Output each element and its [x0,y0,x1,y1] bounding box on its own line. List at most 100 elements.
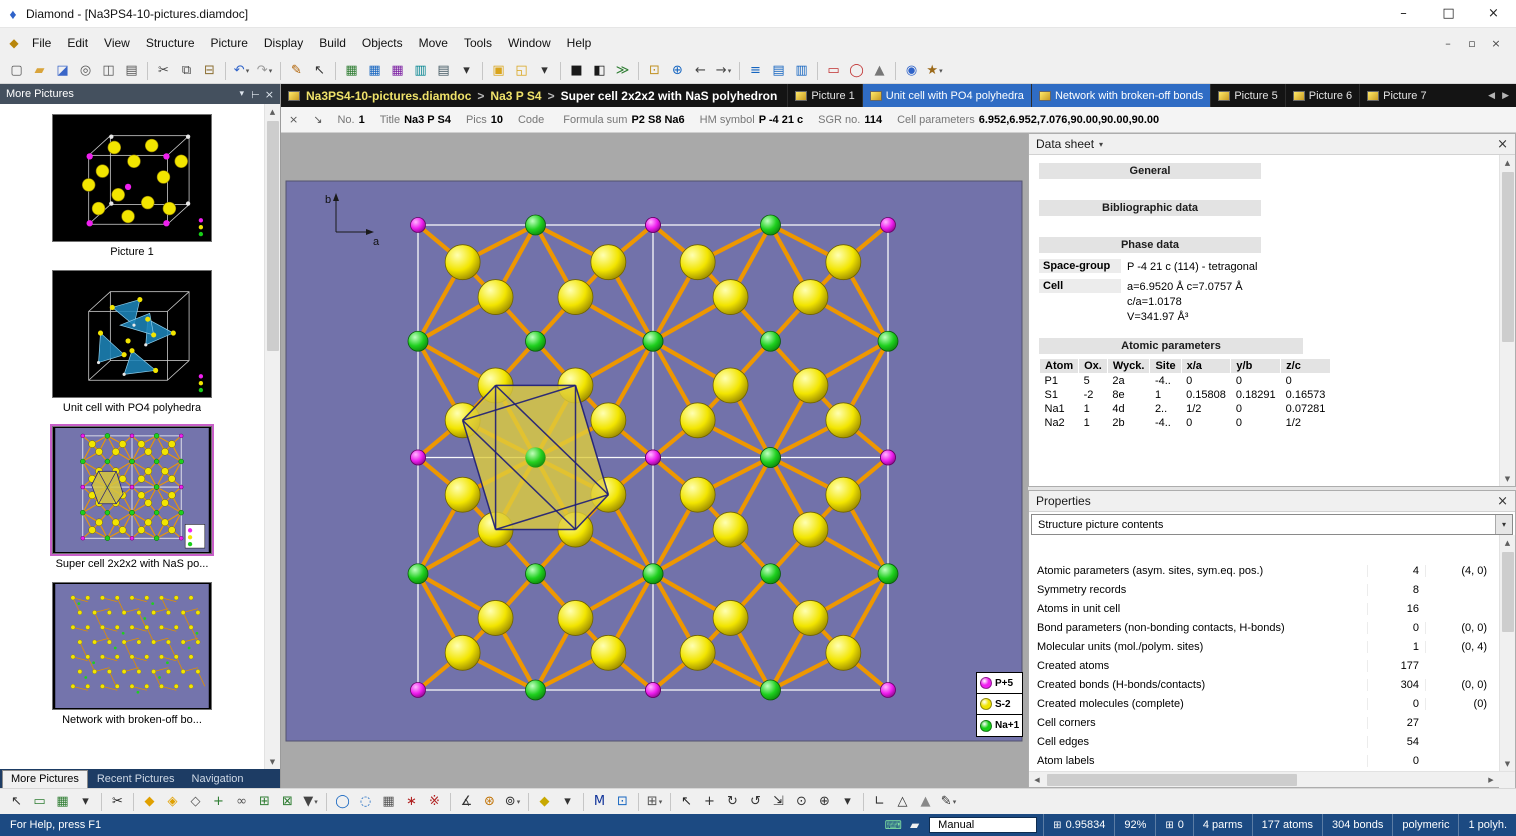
fill-cell-button[interactable]: ⊞ [253,791,276,813]
triangle-tool-button[interactable]: ▲ [868,60,891,82]
menu-file[interactable]: File [24,31,59,55]
mdi-close-button[interactable]: × [1486,34,1506,52]
undo-button[interactable]: ↶▾ [230,60,253,82]
picture-frame-button[interactable]: ⊡ [611,791,634,813]
data-brief-button[interactable]: ▥ [409,60,432,82]
chain-button[interactable]: ∞ [230,791,253,813]
pencil-button[interactable]: ✎▾ [937,791,960,813]
properties-selector[interactable]: Structure picture contents ▾ [1031,514,1513,535]
cut-button[interactable]: ✂ [152,60,175,82]
contents-button[interactable]: ▥ [790,60,813,82]
format-brush-button[interactable]: ✎ [285,60,308,82]
scroll-up-icon[interactable]: ▲ [1500,535,1516,550]
atom-table-row[interactable]: Na212b-4..001/2 [1040,416,1331,430]
mode-selector[interactable]: Manual [929,817,1037,833]
menu-picture[interactable]: Picture [203,31,256,55]
rotate-back-button[interactable]: ↺ [744,791,767,813]
data-sheet-scrollbar[interactable]: ▲ ▼ [1499,155,1515,486]
pan-button[interactable]: + [698,791,721,813]
wand-button[interactable]: ★▾ [923,60,946,82]
molecule-button[interactable]: M [588,791,611,813]
import-button[interactable]: ← [689,60,712,82]
menu-help[interactable]: Help [559,31,600,55]
redo-button[interactable]: ↷▾ [253,60,276,82]
scale-button[interactable]: ⇲ [767,791,790,813]
picture-tab-3[interactable]: Network with broken-off bonds [1031,84,1210,107]
chevron-down-icon[interactable]: ▾ [939,67,943,75]
sidebar-menu-chevron-icon[interactable]: ▾ [240,89,245,99]
thumbnail-item-1[interactable]: Picture 1 [0,114,264,258]
dihedral-button[interactable]: ▲ [914,791,937,813]
thumbnail-item-3[interactable]: Super cell 2x2x2 with NaS po... [0,426,264,570]
print-button[interactable]: ▤ [120,60,143,82]
data-sheet-button[interactable]: ▤ [767,60,790,82]
picture-tab-6[interactable]: Picture 7 [1359,84,1433,107]
scrollbar-thumb[interactable] [1502,172,1514,342]
properties-list-button[interactable]: ≡ [744,60,767,82]
atom-list-button[interactable]: ▦ [363,60,386,82]
section-bibliographic[interactable]: Bibliographic data [1039,200,1261,216]
globe-button[interactable]: ⊕ [666,60,689,82]
section-atomic-parameters[interactable]: Atomic parameters [1039,338,1303,354]
close-button[interactable]: × [1471,0,1516,27]
menu-view[interactable]: View [96,31,138,55]
rectangle-tool-button[interactable]: ▭ [822,60,845,82]
dropdown-chevron-icon[interactable]: ▾ [1495,515,1512,534]
mdi-restore-button[interactable]: ▫ [1462,34,1482,52]
data-sheet-close-icon[interactable]: × [1497,138,1508,151]
split-screen-button[interactable]: ◧ [588,60,611,82]
properties-hscrollbar[interactable]: ◀ ▶ [1029,771,1515,787]
polyhedron-menu-button[interactable]: ▾ [556,791,579,813]
select-all-button[interactable]: ▦ [51,791,74,813]
breadcrumb-current-picture[interactable]: Super cell 2x2x2 with NaS polyhedron [561,89,778,103]
thumbnail-image[interactable] [52,114,212,242]
add-bond-button[interactable]: + [207,791,230,813]
open-document-button[interactable]: ▰ [28,60,51,82]
scroll-up-icon[interactable]: ▲ [265,104,281,119]
copy-button[interactable]: ⧉ [175,60,198,82]
minimize-button[interactable]: – [1381,0,1426,27]
info-expand-icon[interactable]: ↘ [313,113,322,126]
chevron-down-icon[interactable]: ▾ [1099,140,1103,149]
scrollbar-thumb[interactable] [1047,774,1297,786]
new-picture-button[interactable]: ▣ [487,60,510,82]
insert-frame-button[interactable]: ⊡ [643,60,666,82]
find-button[interactable]: ◎ [74,60,97,82]
structure-picture[interactable]: ba [281,133,1028,788]
default-pointer-button[interactable]: ↖ [675,791,698,813]
print-preview-button[interactable]: ◫ [97,60,120,82]
new-document-button[interactable]: ▢ [5,60,28,82]
add-coordination-button[interactable]: ◈ [161,791,184,813]
scroll-left-icon[interactable]: ◀ [1029,772,1045,787]
pointer-button[interactable]: ↖ [308,60,331,82]
structure-canvas[interactable]: ba P+5S-2Na+1 [281,133,1028,788]
distances-table-button[interactable]: ▤ [432,60,455,82]
section-general[interactable]: General [1039,163,1261,179]
scroll-down-icon[interactable]: ▼ [1500,756,1516,771]
properties-close-icon[interactable]: × [1497,495,1508,508]
tabs-scroll-right-icon[interactable]: ▶ [1502,91,1509,101]
table-menu-button[interactable]: ▾ [455,60,478,82]
coordination-sphere-button[interactable]: ⊛ [478,791,501,813]
picture-tab-4[interactable]: Picture 5 [1210,84,1284,107]
track-button[interactable]: ⊙ [790,791,813,813]
scroll-down-icon[interactable]: ▼ [265,754,281,769]
atom-table-row[interactable]: Na114d2..1/200.07281 [1040,402,1331,416]
ellipsoid-button[interactable]: ◯ [331,791,354,813]
menu-display[interactable]: Display [256,31,311,55]
menu-move[interactable]: Move [411,31,456,55]
cut-bonds-button[interactable]: ✂ [106,791,129,813]
atom-design-button[interactable]: ∗ [400,791,423,813]
picture-tab-2[interactable]: Unit cell with PO4 polyhedra [862,84,1031,107]
save-button[interactable]: ◪ [51,60,74,82]
atom-table-row[interactable]: P152a-4..000 [1040,374,1331,389]
thumbnail-item-2[interactable]: Unit cell with PO4 polyhedra [0,270,264,414]
rotate-button[interactable]: ↻ [721,791,744,813]
polyhedron-button[interactable]: ◆ [533,791,556,813]
delete-atom-button[interactable]: ◇ [184,791,207,813]
select-menu-button[interactable]: ▾ [74,791,97,813]
structure-table-button[interactable]: ▦ [340,60,363,82]
breadcrumb-structure[interactable]: Na3 P S4 [490,89,541,103]
export-button[interactable]: →▾ [712,60,735,82]
grid-button[interactable]: ⊞▾ [643,791,666,813]
